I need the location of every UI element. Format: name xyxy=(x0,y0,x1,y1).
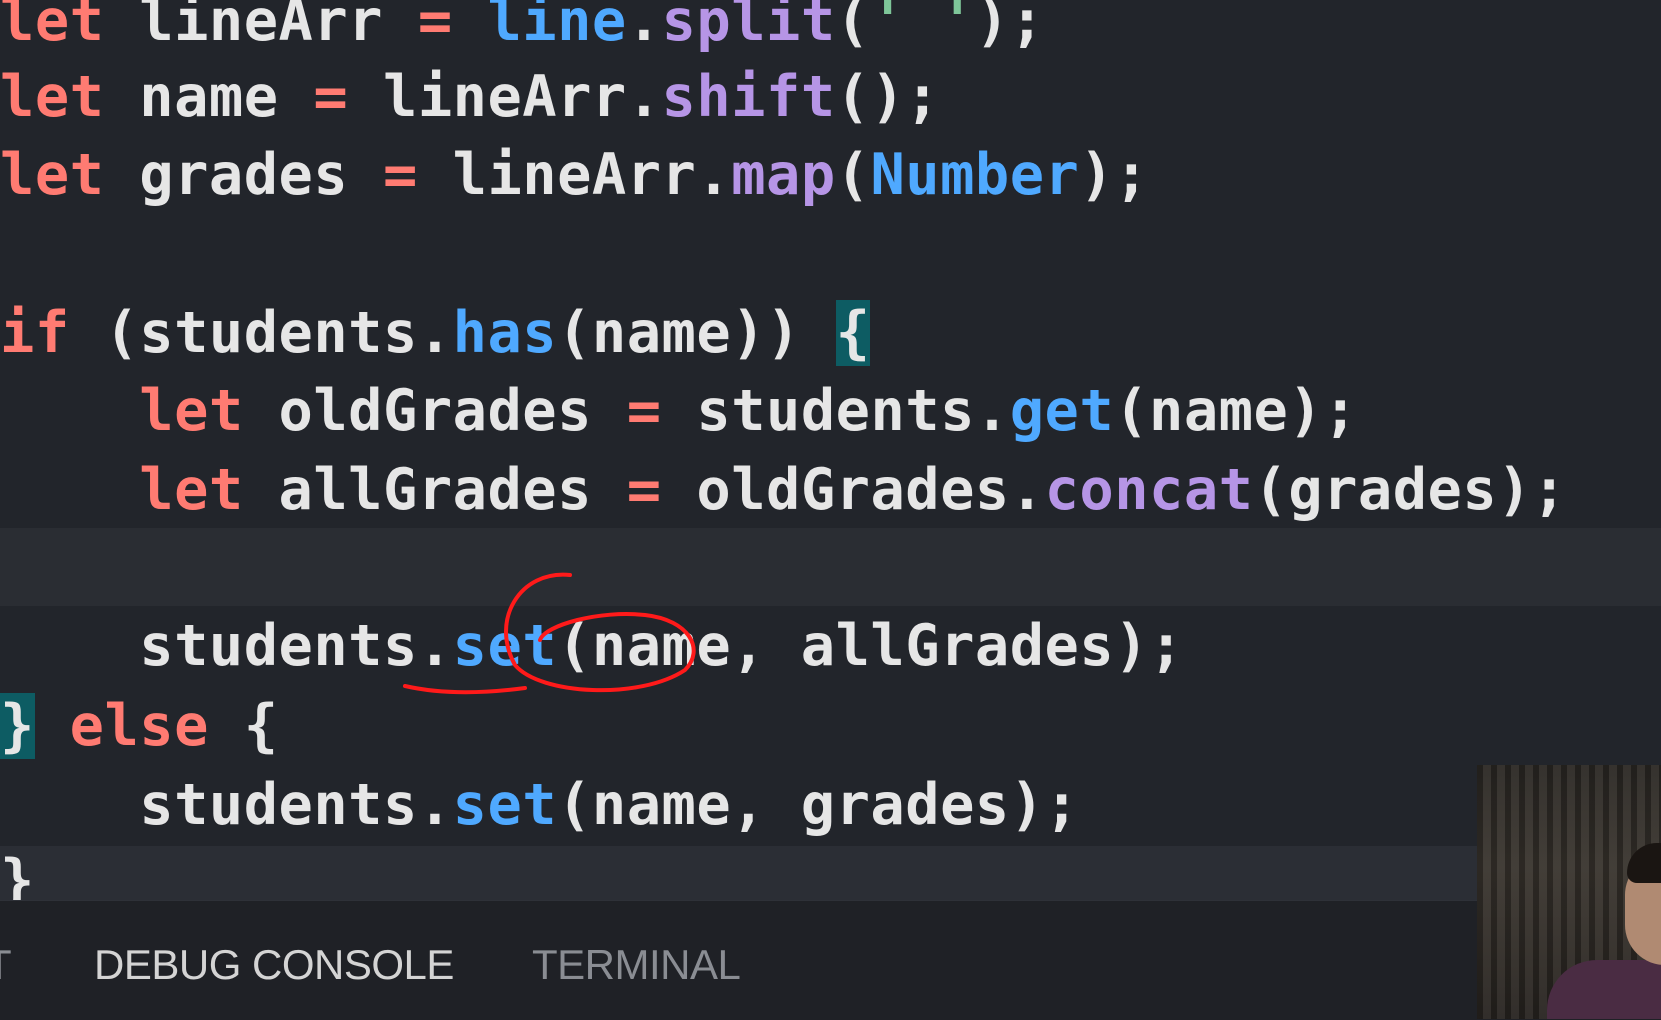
code-token: let xyxy=(0,142,105,208)
current-line-highlight-bottom xyxy=(0,846,1661,900)
code-token: Number xyxy=(870,142,1080,208)
bottom-panel: T DEBUG CONSOLE TERMINAL xyxy=(0,900,1661,1020)
code-editor[interactable]: let lineArr = line.split(' '); let name … xyxy=(0,0,1661,900)
code-token: set xyxy=(452,613,558,679)
code-token: get xyxy=(1009,378,1115,444)
code-token: let xyxy=(0,64,105,130)
code-line[interactable]: } else { xyxy=(0,687,279,765)
code-line[interactable]: if (students.has(name)) { xyxy=(0,294,871,372)
code-line[interactable]: let oldGrades = students.get(name); xyxy=(0,372,1358,450)
code-token: } xyxy=(0,848,35,900)
code-token: (name)) xyxy=(557,300,836,366)
code-token: (grades); xyxy=(1253,457,1567,523)
code-token: let xyxy=(139,457,244,523)
code-token: { xyxy=(208,693,279,759)
code-line[interactable]: } xyxy=(0,842,35,900)
code-token: let xyxy=(139,378,244,444)
code-line[interactable]: students.set(name, allGrades); xyxy=(0,607,1184,685)
webcam-overlay xyxy=(1477,765,1661,1019)
code-token: ( xyxy=(835,0,871,54)
code-token: = xyxy=(383,142,418,208)
code-token: (students. xyxy=(69,300,453,366)
code-token: students. xyxy=(0,613,453,679)
code-token: = xyxy=(313,64,349,130)
code-token: oldGrades xyxy=(243,378,627,444)
code-token: { xyxy=(835,300,871,366)
code-token: shift xyxy=(661,64,836,130)
code-token: allGrades xyxy=(243,457,627,523)
code-token: has xyxy=(452,300,558,366)
code-token: } xyxy=(0,693,35,759)
code-token: name xyxy=(104,64,314,130)
code-token: students. xyxy=(0,772,453,838)
code-token: set xyxy=(452,772,558,838)
code-line[interactable]: let name = lineArr.shift(); xyxy=(0,58,940,136)
code-token: = xyxy=(417,0,453,54)
code-token: else xyxy=(69,693,209,759)
code-token: (); xyxy=(835,64,941,130)
code-token: line xyxy=(487,0,627,54)
code-token: lineArr. xyxy=(348,64,662,130)
tab-terminal[interactable]: TERMINAL xyxy=(532,941,741,989)
code-line[interactable]: let lineArr = line.split(' '); xyxy=(0,0,1045,60)
code-token: students. xyxy=(661,378,1010,444)
code-token: concat xyxy=(1044,457,1254,523)
code-token: grades xyxy=(104,142,383,208)
code-token: ( xyxy=(835,142,871,208)
code-token: . xyxy=(626,0,662,54)
code-token: = xyxy=(626,378,662,444)
code-token: split xyxy=(661,0,836,54)
code-token: oldGrades. xyxy=(661,457,1045,523)
code-token: ); xyxy=(1079,142,1150,208)
code-token: ' ' xyxy=(870,0,975,54)
code-token: map xyxy=(731,142,836,208)
code-token: lineArr. xyxy=(417,142,732,208)
code-token: (name); xyxy=(1114,378,1358,444)
code-token: ); xyxy=(974,0,1045,54)
code-token: (name, grades); xyxy=(557,772,1080,838)
code-token: = xyxy=(626,457,662,523)
code-token: lineArr xyxy=(104,0,418,54)
code-token: if xyxy=(0,300,70,366)
code-line[interactable]: let grades = lineArr.map(Number); xyxy=(0,136,1149,214)
code-line[interactable]: let allGrades = oldGrades.concat(grades)… xyxy=(0,451,1567,529)
code-line[interactable]: students.set(name, grades); xyxy=(0,766,1079,844)
code-token: let xyxy=(0,0,105,54)
tab-debug-console[interactable]: DEBUG CONSOLE xyxy=(94,941,454,989)
code-token: (name, allGrades); xyxy=(557,613,1184,679)
tab-output[interactable]: T xyxy=(0,941,12,989)
current-line-highlight xyxy=(0,528,1661,606)
